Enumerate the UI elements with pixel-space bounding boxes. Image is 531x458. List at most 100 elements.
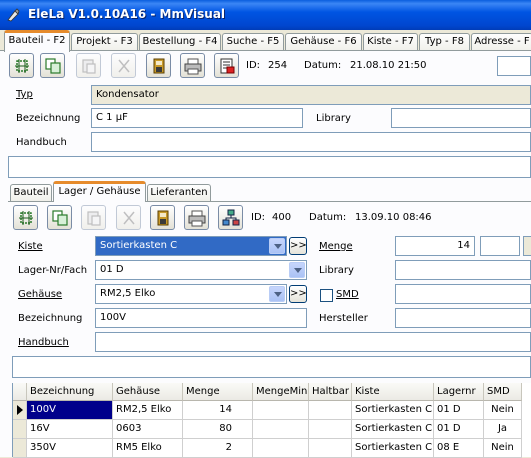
typ-field[interactable]: Kondensator — [91, 85, 531, 105]
row-indicator[interactable] — [13, 420, 27, 439]
main-tabs: Bauteil - F2 Projekt - F3 Bestellung - F… — [0, 30, 531, 52]
lagernr-label: Lager-Nr/Fach — [18, 265, 88, 276]
table-cell[interactable] — [253, 401, 309, 420]
gehaeuse-more-button[interactable]: >> — [289, 285, 307, 303]
table-cell[interactable] — [309, 420, 352, 439]
table-cell[interactable]: 08 E — [434, 439, 484, 458]
menge-label: Menge — [319, 241, 353, 252]
table-cell[interactable] — [253, 420, 309, 439]
save-storage-button[interactable] — [150, 205, 175, 230]
tab-typ[interactable]: Typ - F8 — [419, 33, 470, 51]
row-pointer-icon — [17, 405, 23, 415]
paste-storage-button[interactable] — [81, 205, 106, 230]
part-date-label: Datum: — [304, 60, 342, 71]
part-handbuch-label: Handbuch — [16, 137, 67, 148]
copy-icon — [52, 210, 68, 226]
menge-min-field[interactable] — [480, 236, 520, 256]
subtab-lieferanten[interactable]: Lieferanten — [147, 184, 211, 201]
table-cell[interactable]: Nein — [484, 439, 522, 458]
delete-storage-button[interactable] — [116, 205, 141, 230]
new-storage-button[interactable] — [13, 205, 38, 230]
menge-extra-button[interactable] — [523, 236, 531, 256]
tab-bestellung[interactable]: Bestellung - F4 — [139, 33, 221, 51]
table-cell[interactable]: RM5 Elko — [113, 439, 183, 458]
column-header[interactable]: Haltbar — [309, 383, 352, 401]
column-header[interactable]: Bezeichnung — [27, 383, 113, 401]
part-notes-field[interactable] — [8, 156, 531, 178]
tab-suche[interactable]: Suche - F5 — [222, 33, 284, 51]
chevron-down-icon[interactable] — [269, 286, 285, 302]
table-cell[interactable]: RM2,5 Elko — [113, 401, 183, 420]
table-cell[interactable]: 350V — [27, 439, 113, 458]
storage-handbuch-field[interactable] — [95, 332, 531, 352]
tab-kiste[interactable]: Kiste - F7 — [363, 33, 418, 51]
part-library-field[interactable] — [391, 108, 531, 128]
lagernr-select[interactable]: 01 D — [95, 260, 307, 280]
table-cell[interactable]: 16V — [27, 420, 113, 439]
storage-notes-field[interactable] — [12, 356, 531, 378]
part-handbuch-field[interactable] — [91, 132, 531, 152]
tab-adresse[interactable]: Adresse - F — [471, 33, 531, 51]
column-header[interactable]: Lagernr — [434, 383, 484, 401]
table-cell[interactable]: Sortierkasten C — [352, 401, 434, 420]
table-cell[interactable]: Ja — [484, 420, 522, 439]
table-cell[interactable] — [309, 439, 352, 458]
scissors-icon — [123, 211, 135, 225]
print-storage-button[interactable] — [184, 205, 209, 230]
row-indicator[interactable] — [13, 439, 27, 458]
smd-checkbox[interactable] — [320, 289, 333, 302]
kiste-more-button[interactable]: >> — [289, 237, 307, 255]
subtab-lager-gehaeuse[interactable]: Lager / Gehäuse — [53, 181, 146, 202]
tab-projekt[interactable]: Projekt - F3 — [71, 33, 138, 51]
storage-table[interactable]: Bezeichnung Gehäuse Menge MengeMin Haltb… — [12, 383, 531, 458]
storage-network-button[interactable] — [218, 205, 243, 230]
title-bar[interactable]: EleLa V1.0.10A16 - MmVisual — [0, 0, 531, 30]
kiste-select[interactable]: Sortierkasten C — [95, 236, 287, 256]
hersteller-field[interactable] — [395, 308, 531, 328]
delete-part-button[interactable] — [111, 53, 136, 78]
row-indicator-header — [13, 383, 27, 401]
table-cell[interactable]: Sortierkasten C — [352, 420, 434, 439]
column-header[interactable]: Menge — [183, 383, 253, 401]
menge-field[interactable]: 14 — [395, 236, 475, 256]
column-header[interactable]: MengeMin — [253, 383, 309, 401]
table-cell[interactable]: 2 — [183, 439, 253, 458]
copy-storage-button[interactable] — [47, 205, 72, 230]
tab-bauteil[interactable]: Bauteil - F2 — [4, 30, 70, 52]
table-cell[interactable]: 01 D — [434, 401, 484, 420]
table-cell[interactable]: 80 — [183, 420, 253, 439]
tab-gehaeuse[interactable]: Gehäuse - F6 — [285, 33, 362, 51]
storage-id-label: ID: — [251, 212, 266, 223]
table-cell[interactable] — [309, 401, 352, 420]
storage-library-field[interactable] — [395, 260, 531, 280]
column-header[interactable]: SMD — [484, 383, 522, 401]
subtab-bauteil[interactable]: Bauteil — [10, 184, 52, 201]
export-part-button[interactable] — [214, 53, 239, 78]
gehaeuse-select[interactable]: RM2,5 Elko — [95, 284, 287, 304]
smd-extra-field[interactable] — [395, 284, 531, 304]
part-extra-field[interactable] — [497, 56, 531, 76]
table-cell[interactable] — [253, 439, 309, 458]
network-icon — [222, 209, 240, 226]
chevron-down-icon[interactable] — [269, 238, 285, 254]
paste-icon — [82, 59, 96, 74]
column-header[interactable]: Kiste — [352, 383, 434, 401]
table-cell[interactable]: 100V — [27, 401, 113, 420]
table-cell[interactable]: Nein — [484, 401, 522, 420]
storage-library-label: Library — [319, 265, 354, 276]
chevron-down-icon[interactable] — [289, 262, 305, 278]
current-row-indicator[interactable] — [13, 401, 27, 420]
paste-part-button[interactable] — [76, 53, 101, 78]
save-part-button[interactable] — [146, 53, 171, 78]
column-header[interactable]: Gehäuse — [113, 383, 183, 401]
table-cell[interactable]: Sortierkasten C — [352, 439, 434, 458]
table-cell[interactable]: 01 D — [434, 420, 484, 439]
window-title: EleLa V1.0.10A16 - MmVisual — [28, 7, 226, 21]
table-cell[interactable]: 0603 — [113, 420, 183, 439]
part-bezeichnung-field[interactable]: C 1 µF — [91, 108, 303, 128]
print-part-button[interactable] — [180, 53, 205, 78]
table-cell[interactable]: 14 — [183, 401, 253, 420]
copy-part-button[interactable] — [40, 53, 65, 78]
new-part-button[interactable] — [9, 53, 34, 78]
storage-bezeichnung-field[interactable]: 100V — [95, 308, 307, 328]
